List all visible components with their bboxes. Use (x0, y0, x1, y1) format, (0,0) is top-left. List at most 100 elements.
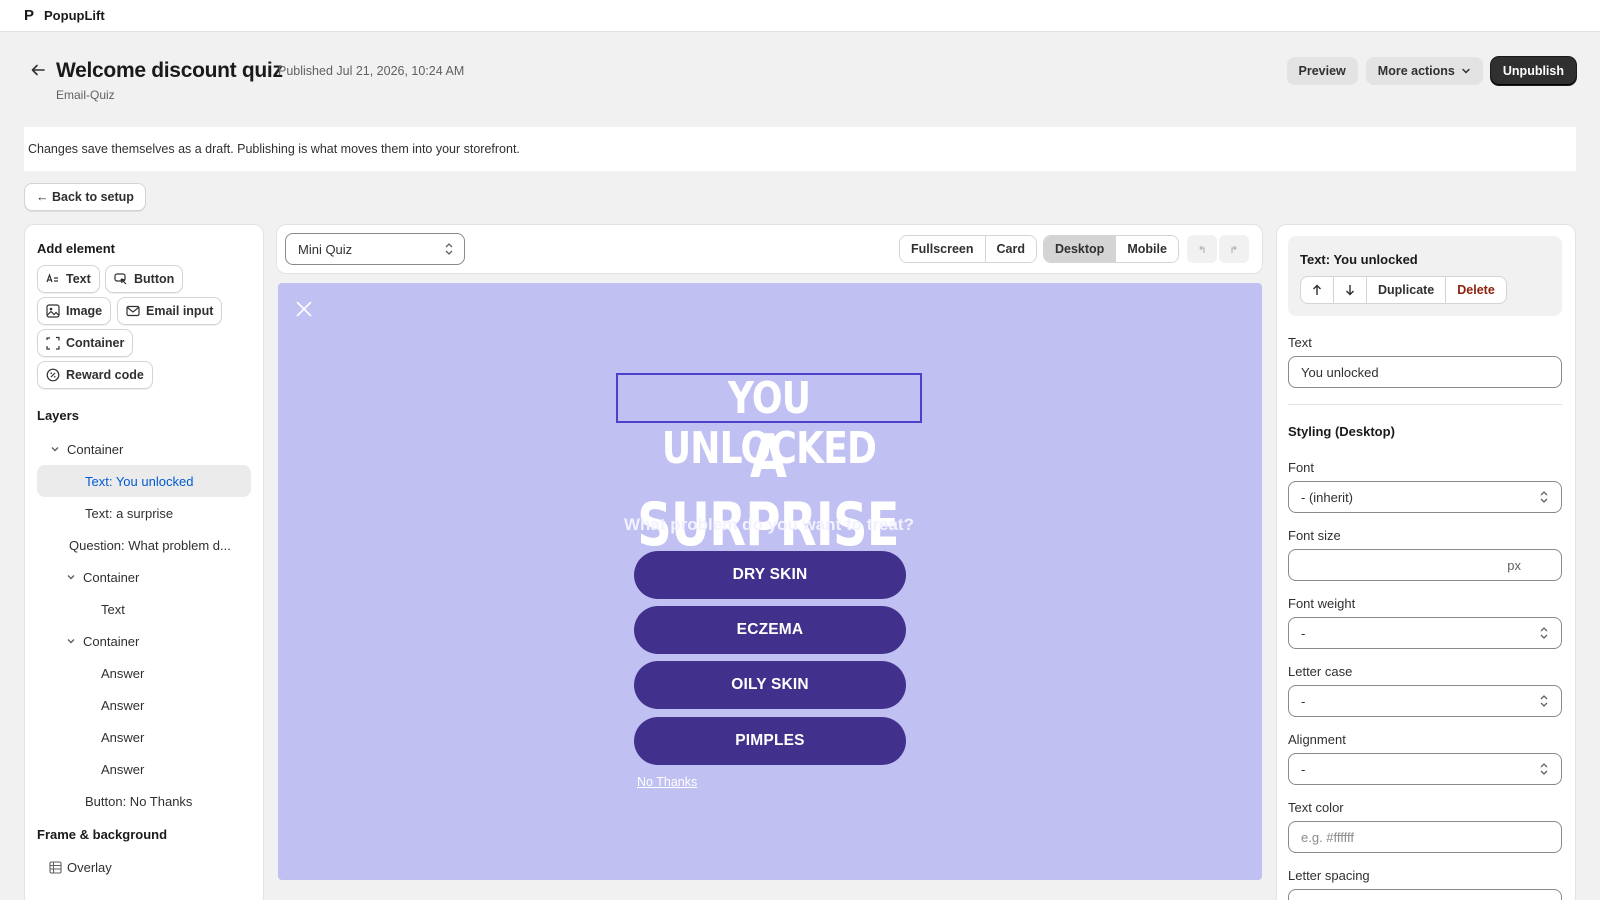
add-container-button[interactable]: Container (37, 329, 134, 357)
text-field-value: You unlocked (1301, 364, 1379, 380)
close-icon[interactable] (294, 299, 314, 319)
app-topbar: P PopupLift (0, 0, 1600, 32)
unpublish-button[interactable]: Unpublish (1490, 57, 1576, 85)
no-thanks-link[interactable]: No Thanks (637, 775, 697, 789)
add-reward-code-button[interactable]: Reward code (37, 361, 153, 389)
layer-item[interactable]: Button: No Thanks (37, 785, 251, 817)
layer-label: Text: You unlocked (85, 473, 194, 489)
answer-button[interactable]: DRY SKIN (634, 551, 906, 599)
text-icon (46, 272, 60, 286)
font-weight-select[interactable]: - (1288, 617, 1562, 649)
alignment-value: - (1301, 761, 1306, 777)
header-actions: Preview More actions Unpublish (1286, 57, 1576, 85)
chevron-down-icon (1462, 68, 1470, 74)
alignment-select[interactable]: - (1288, 753, 1562, 785)
styling-title: Styling (Desktop) (1288, 424, 1395, 439)
app-logo-icon[interactable]: P (24, 7, 34, 24)
frame-background-title: Frame & background (37, 827, 168, 842)
font-label: Font (1288, 460, 1315, 475)
back-to-setup-button[interactable]: ← Back to setup (24, 183, 146, 211)
font-select[interactable]: - (inherit) (1288, 481, 1562, 513)
unpublish-button-label: Unpublish (1502, 64, 1564, 78)
popup-question[interactable]: What problem do you want to treat? (618, 515, 920, 535)
move-up-icon[interactable] (1301, 277, 1334, 303)
layer-label: Container (83, 633, 140, 649)
history-controls (1187, 235, 1249, 263)
page-title: Welcome discount quiz (56, 59, 283, 82)
add-reward-code-label: Reward code (66, 368, 144, 382)
chevron-down-icon[interactable] (63, 636, 79, 646)
preview-button[interactable]: Preview (1286, 57, 1358, 85)
overlay-label: Overlay (67, 859, 112, 875)
chevron-down-icon[interactable] (63, 572, 79, 582)
add-button-button[interactable]: Button (105, 265, 184, 293)
layer-item[interactable]: Answer (37, 721, 251, 753)
answer-button[interactable]: PIMPLES (634, 717, 906, 765)
layer-item[interactable]: Answer (37, 689, 251, 721)
element-actions: Duplicate Delete (1300, 276, 1507, 304)
font-select-value: - (inherit) (1301, 489, 1354, 505)
layer-label: Button: No Thanks (85, 793, 193, 809)
text-field[interactable]: You unlocked (1288, 356, 1562, 388)
layer-label: Question: What problem d... (69, 537, 231, 553)
move-down-icon[interactable] (1334, 277, 1367, 303)
envelope-icon (126, 304, 140, 318)
published-status: Published Jul 21, 2026, 10:24 AM (278, 64, 465, 78)
add-image-button[interactable]: Image (37, 297, 112, 325)
mobile-option[interactable]: Mobile (1116, 236, 1178, 262)
chevron-down-icon[interactable] (47, 444, 63, 454)
layer-item[interactable]: Answer (37, 753, 251, 785)
redo-icon[interactable] (1219, 235, 1249, 263)
selected-element-title: Text: You unlocked (1300, 252, 1418, 267)
letter-spacing-label: Letter spacing (1288, 868, 1370, 883)
card-option[interactable]: Card (985, 236, 1037, 262)
delete-button[interactable]: Delete (1446, 277, 1506, 303)
select-arrows-icon (1540, 763, 1548, 775)
add-email-input-label: Email input (146, 304, 214, 318)
layer-item[interactable]: Question: What problem d... (37, 529, 251, 561)
layer-item-selected[interactable]: Text: You unlocked (37, 465, 251, 497)
answer-button[interactable]: ECZEMA (634, 606, 906, 654)
font-size-input[interactable]: px (1288, 549, 1562, 581)
add-image-label: Image (66, 304, 103, 318)
letter-spacing-input[interactable] (1288, 889, 1562, 900)
discount-badge-icon (46, 368, 60, 382)
undo-icon[interactable] (1187, 235, 1217, 263)
layer-label: Answer (101, 665, 145, 681)
step-select-value: Mini Quiz (298, 241, 353, 257)
layer-item[interactable]: Container (37, 625, 251, 657)
select-arrows-icon (1540, 491, 1548, 503)
letter-case-value: - (1301, 693, 1306, 709)
app-name[interactable]: PopupLift (44, 8, 105, 23)
desktop-option[interactable]: Desktop (1044, 236, 1117, 262)
layer-item[interactable]: Text (37, 593, 251, 625)
layer-item[interactable]: Container (37, 433, 251, 465)
add-text-button[interactable]: Text (37, 265, 100, 293)
add-button-label: Button (134, 272, 175, 286)
letter-case-select[interactable]: - (1288, 685, 1562, 717)
layer-item[interactable]: Container (37, 561, 251, 593)
text-color-label: Text color (1288, 800, 1344, 815)
back-arrow-icon[interactable] (28, 60, 48, 80)
layer-label: Container (83, 569, 140, 585)
device-toggle: Desktop Mobile (1043, 235, 1179, 263)
left-sidebar: Add element Text Button Image Email inpu… (24, 224, 264, 900)
more-actions-button[interactable]: More actions (1365, 57, 1483, 85)
more-actions-label: More actions (1377, 64, 1455, 78)
layer-label: Container (67, 441, 124, 457)
selection-outline (616, 373, 922, 423)
layer-item[interactable]: Text: a surprise (37, 497, 251, 529)
add-email-input-button[interactable]: Email input (117, 297, 223, 325)
layer-item[interactable]: Answer (37, 657, 251, 689)
fullscreen-option[interactable]: Fullscreen (900, 236, 986, 262)
step-select[interactable]: Mini Quiz (285, 233, 465, 265)
duplicate-button[interactable]: Duplicate (1367, 277, 1447, 303)
layers-title: Layers (37, 408, 79, 423)
text-color-input[interactable]: e.g. #ffffff (1288, 821, 1562, 853)
answer-button[interactable]: OILY SKIN (634, 661, 906, 709)
selected-element-card: Text: You unlocked Duplicate Delete (1288, 236, 1562, 316)
layout-toggle: Fullscreen Card (899, 235, 1038, 263)
popup-title-line2[interactable]: A SURPRISE (616, 423, 920, 559)
font-weight-label: Font weight (1288, 596, 1356, 611)
overlay-item[interactable]: Overlay (37, 851, 251, 883)
